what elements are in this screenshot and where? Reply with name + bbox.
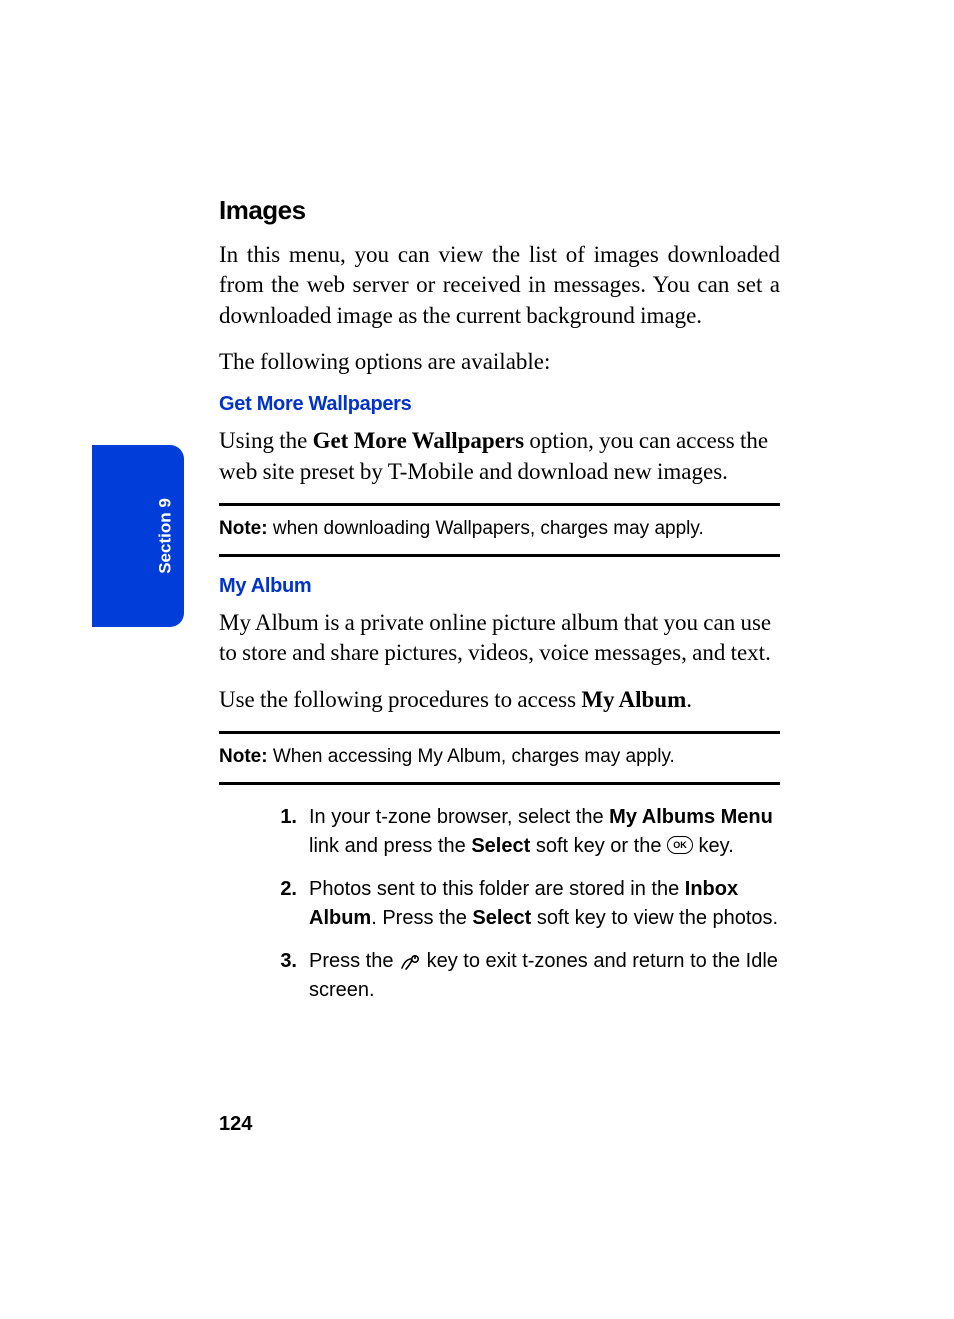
text: .	[686, 687, 692, 712]
note-label: Note:	[219, 746, 268, 767]
step-text: Press the key to exit t-zones and return…	[309, 947, 780, 1005]
text: . Press the	[371, 907, 472, 929]
text: link and press the	[309, 835, 471, 857]
text: Use the following procedures to access	[219, 687, 581, 712]
text: Press the	[309, 950, 399, 972]
my-album-desc: My Album is a private online picture alb…	[219, 608, 780, 669]
bold-select: Select	[471, 835, 530, 857]
step-text: Photos sent to this folder are stored in…	[309, 875, 780, 933]
step-1: 1. In your t-zone browser, select the My…	[219, 803, 780, 861]
section-tab: Section 9	[92, 445, 184, 627]
get-more-wallpapers-body: Using the Get More Wallpapers option, yo…	[219, 426, 780, 487]
section-tab-label: Section 9	[156, 498, 176, 574]
step-number: 2.	[219, 875, 309, 933]
intro-paragraph-1: In this menu, you can view the list of i…	[219, 240, 780, 331]
text: soft key or the	[530, 835, 667, 857]
ok-key-icon: OK	[667, 836, 693, 854]
subheading-my-album: My Album	[219, 575, 780, 598]
page-number: 124	[219, 1113, 252, 1136]
step-number: 3.	[219, 947, 309, 1005]
text: soft key to view the photos.	[531, 907, 778, 929]
note-label: Note:	[219, 518, 268, 539]
step-number: 1.	[219, 803, 309, 861]
bold-my-albums-menu: My Albums Menu	[609, 806, 773, 828]
end-call-key-icon	[399, 954, 421, 972]
steps-list: 1. In your t-zone browser, select the My…	[219, 803, 780, 1005]
subheading-get-more-wallpapers: Get More Wallpapers	[219, 393, 780, 416]
text: In your t-zone browser, select the	[309, 806, 609, 828]
bold-my-album: My Album	[581, 687, 686, 712]
text: Photos sent to this folder are stored in…	[309, 878, 685, 900]
step-3: 3. Press the key to exit t-zones and ret…	[219, 947, 780, 1005]
note-my-album-charges: Note: When accessing My Album, charges m…	[219, 731, 780, 785]
step-text: In your t-zone browser, select the My Al…	[309, 803, 780, 861]
intro-paragraph-2: The following options are available:	[219, 347, 780, 377]
step-2: 2. Photos sent to this folder are stored…	[219, 875, 780, 933]
bold-select: Select	[472, 907, 531, 929]
my-album-access-line: Use the following procedures to access M…	[219, 685, 780, 715]
note-body: When accessing My Album, charges may app…	[268, 746, 675, 767]
heading-images: Images	[219, 195, 780, 226]
bold-get-more-wallpapers: Get More Wallpapers	[313, 428, 525, 453]
text: Using the	[219, 428, 313, 453]
note-body: when downloading Wallpapers, charges may…	[268, 518, 704, 539]
page-content: Images In this menu, you can view the li…	[219, 195, 780, 1019]
text: key.	[693, 835, 734, 857]
note-wallpaper-charges: Note: when downloading Wallpapers, charg…	[219, 503, 780, 557]
